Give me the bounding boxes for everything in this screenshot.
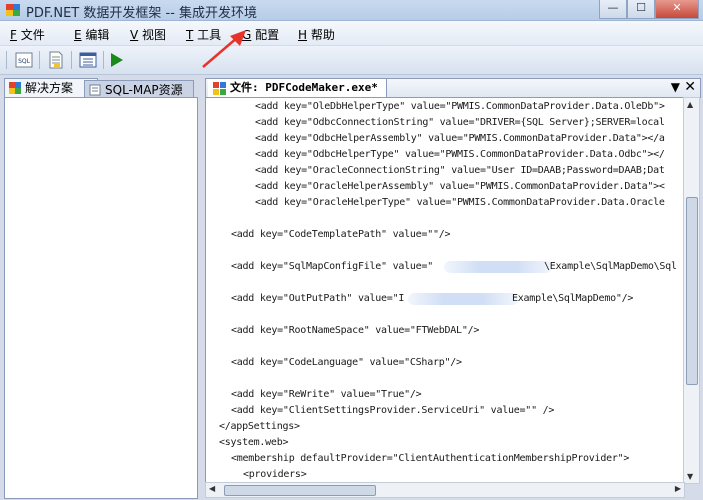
code-line: <add key="OleDbHelperType" value="PWMIS.… [255, 101, 665, 112]
code-line: <add key="OracleConnectionString" value=… [255, 165, 665, 176]
horizontal-scroll-thumb[interactable] [224, 485, 376, 496]
document-icon[interactable] [46, 50, 66, 70]
menu-file[interactable]: F 文件 [10, 26, 45, 43]
code-line: <add key="ReWrite" value="True"/> [231, 389, 422, 400]
solution-icon [9, 82, 21, 94]
close-button[interactable]: ✕ [655, 0, 699, 19]
code-line: <providers> [243, 469, 307, 480]
code-line: <add key="OdbcHelperAssembly" value="PWM… [255, 133, 665, 144]
toolbar: SQL [0, 46, 703, 75]
code-line: <add key="OdbcConnectionString" value="D… [255, 117, 665, 128]
window-title: PDF.NET 数据开发框架 -- 集成开发环境 [26, 6, 258, 21]
solution-tree[interactable] [4, 97, 198, 499]
tab-sql-map-label: SQL-MAP资源 [105, 83, 183, 97]
code-line: <add key="CodeLanguage" value="CSharp"/> [231, 357, 462, 368]
red-arrow-annotation [202, 30, 246, 68]
scroll-right-icon[interactable]: ▶ [675, 484, 681, 493]
menu-help-key: H [298, 28, 308, 42]
toolbar-separator [39, 51, 40, 69]
document-tab-strip: 文件: PDFCodeMaker.exe* ▼ ✕ [205, 78, 701, 98]
redacted-path [408, 293, 518, 305]
list-view-icon[interactable] [78, 50, 98, 70]
code-editor[interactable]: <add key="OleDbHelperType" value="PWMIS.… [205, 97, 685, 484]
redacted-path [444, 261, 552, 273]
close-icon[interactable]: ✕ [684, 79, 696, 95]
code-line: <add key="ClientSettingsProvider.Service… [231, 405, 555, 416]
code-line: <add key="CodeTemplatePath" value=""/> [231, 229, 451, 240]
code-line: <system.web> [219, 437, 289, 448]
code-line: <add key="SqlMapConfigFile" value=" [231, 261, 433, 272]
code-line: <add key="RootNameSpace" value="FTWebDAL… [231, 325, 480, 336]
file-icon [213, 82, 226, 95]
chevron-down-icon[interactable]: ▼ [671, 80, 680, 94]
svg-text:SQL: SQL [18, 58, 31, 65]
left-panel: 解决方案 SQL-MAP资源 [4, 78, 198, 499]
menu-config-label: 配置 [255, 28, 280, 42]
sql-map-icon [89, 84, 101, 96]
scroll-up-icon[interactable]: ▲ [687, 100, 693, 109]
toolbar-separator [103, 51, 104, 69]
tab-solution-label: 解决方案 [25, 81, 74, 95]
toolbar-grip [6, 51, 7, 69]
menu-help[interactable]: H 帮助 [298, 26, 335, 43]
code-line: <add key="OracleHelperType" value="PWMIS… [255, 197, 665, 208]
menu-file-label: 文件 [20, 28, 45, 42]
run-icon[interactable] [106, 50, 126, 70]
code-line: <add key="OdbcHelperType" value="PWMIS.C… [255, 149, 665, 160]
title-bar: PDF.NET 数据开发框架 -- 集成开发环境 — ☐ ✕ [0, 0, 703, 21]
code-line: <add key="OracleHelperAssembly" value="P… [255, 181, 665, 192]
scroll-left-icon[interactable]: ◀ [209, 484, 215, 493]
menu-tools-key: T [186, 28, 194, 42]
code-line: <add key="OutPutPath" value="I [231, 293, 405, 304]
code-line: Example\SqlMapDemo"/> [512, 293, 634, 304]
menu-edit-label: 编辑 [85, 28, 110, 42]
menu-bar: F 文件 E 编辑 V 视图 T 工具 G 配置 H 帮助 [0, 21, 703, 45]
sql-icon[interactable]: SQL [14, 50, 34, 70]
scroll-down-icon[interactable]: ▼ [687, 472, 693, 481]
menu-help-label: 帮助 [310, 28, 335, 42]
maximize-button[interactable]: ☐ [627, 0, 655, 19]
menu-view-label: 视图 [142, 28, 167, 42]
app-logo-icon [6, 4, 20, 16]
code-line: <membership defaultProvider="ClientAuthe… [231, 453, 630, 464]
tab-sql-map-resources[interactable]: SQL-MAP资源 [84, 80, 194, 98]
document-tab-title: 文件: PDFCodeMaker.exe* [230, 81, 378, 94]
toolbar-separator [71, 51, 72, 69]
menu-view[interactable]: V 视图 [130, 26, 166, 43]
code-line: \Example\SqlMapDemo\Sql [544, 261, 677, 272]
minimize-button[interactable]: — [599, 0, 627, 19]
menu-file-key: F [10, 28, 17, 42]
menu-view-key: V [130, 28, 139, 42]
vertical-scrollbar[interactable]: ▲ ▼ [683, 97, 700, 484]
menu-edit-key: E [74, 28, 82, 42]
editor-panel: 文件: PDFCodeMaker.exe* ▼ ✕ <add key="OleD… [205, 78, 701, 498]
vertical-scroll-thumb[interactable] [686, 197, 698, 385]
left-panel-tabs: 解决方案 SQL-MAP资源 [4, 78, 198, 98]
document-tab[interactable]: 文件: PDFCodeMaker.exe* [208, 79, 387, 98]
horizontal-scrollbar[interactable]: ◀ ▶ [205, 482, 685, 498]
code-line: </appSettings> [219, 421, 300, 432]
menu-edit[interactable]: E 编辑 [74, 26, 109, 43]
